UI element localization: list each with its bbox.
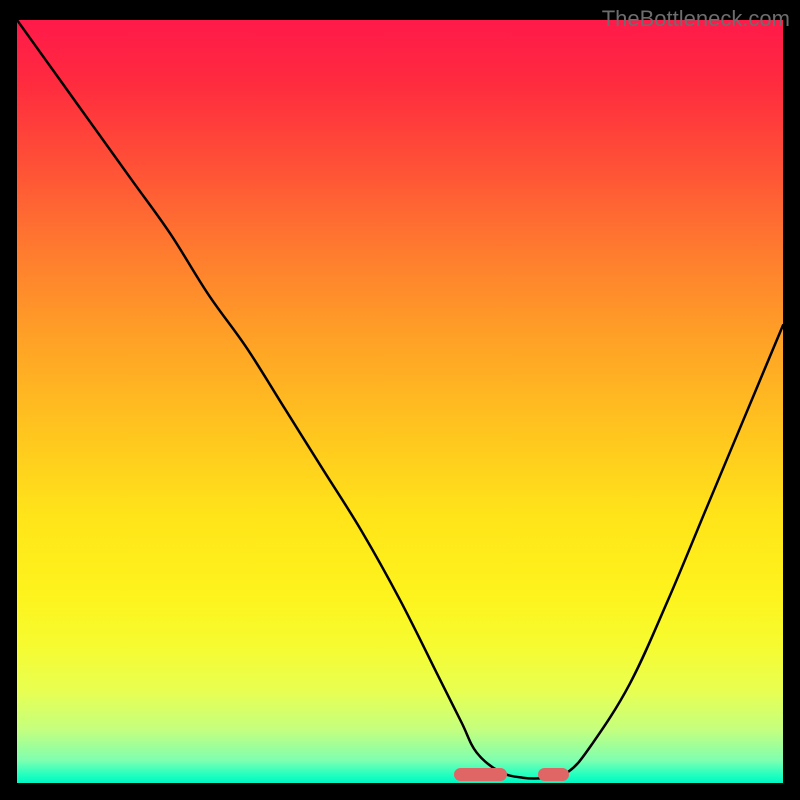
plot-gradient-area [17, 20, 783, 783]
watermark-text: TheBottleneck.com [602, 6, 790, 32]
optimal-range-marker-right [538, 768, 569, 781]
optimal-range-marker-left [454, 768, 508, 781]
chart-container: TheBottleneck.com [0, 0, 800, 800]
